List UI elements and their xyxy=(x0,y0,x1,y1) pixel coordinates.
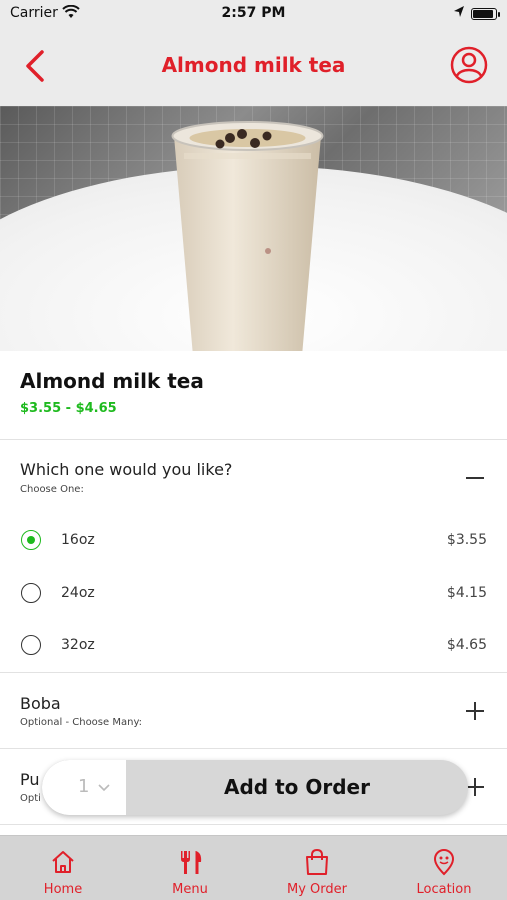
section-title: Boba xyxy=(20,694,61,713)
user-circle-icon xyxy=(450,46,488,84)
size-option-16oz[interactable]: 16oz $3.55 xyxy=(0,515,507,567)
tab-menu[interactable]: Menu xyxy=(127,836,253,900)
status-bar: Carrier 2:57 PM xyxy=(0,0,507,28)
radio-unselected[interactable] xyxy=(21,635,41,655)
section-title: Which one would you like? xyxy=(20,460,233,479)
tab-my-order[interactable]: My Order xyxy=(254,836,380,900)
shopping-bag-icon xyxy=(306,848,328,875)
add-to-order-button[interactable]: Add to Order xyxy=(126,775,468,799)
product-price-range: $3.55 - $4.65 xyxy=(20,401,117,416)
status-time: 2:57 PM xyxy=(221,5,286,21)
radio-unselected[interactable] xyxy=(21,583,41,603)
section-title: Pu xyxy=(20,770,40,789)
location-arrow-icon xyxy=(454,6,464,17)
boba-section[interactable]: Boba Optional - Choose Many: xyxy=(0,673,507,749)
tab-home[interactable]: Home xyxy=(0,836,126,900)
size-section: Which one would you like? Choose One: 16… xyxy=(0,440,507,673)
plus-icon[interactable] xyxy=(465,777,485,797)
map-pin-icon xyxy=(433,849,455,876)
nav-bar: Almond milk tea xyxy=(0,28,507,106)
option-price: $4.65 xyxy=(446,637,487,653)
profile-button[interactable] xyxy=(449,45,489,85)
battery-icon xyxy=(471,8,500,20)
section-subtitle: Opti xyxy=(20,793,41,804)
size-option-24oz[interactable]: 24oz $4.15 xyxy=(0,568,507,620)
size-option-32oz[interactable]: 32oz $4.65 xyxy=(0,620,507,672)
add-to-order-bar: 1 Add to Order xyxy=(42,760,468,815)
tab-label: Home xyxy=(43,882,83,897)
milk-tea-cup-illustration xyxy=(171,121,324,351)
tab-location[interactable]: Location xyxy=(381,836,507,900)
tab-label: Menu xyxy=(172,882,208,897)
tab-label: Location xyxy=(416,882,472,897)
option-label: 24oz xyxy=(61,585,95,601)
plus-icon[interactable] xyxy=(465,701,485,721)
option-price: $3.55 xyxy=(446,532,487,548)
product-info: Almond milk tea $3.55 - $4.65 xyxy=(0,351,507,440)
option-label: 16oz xyxy=(61,532,95,548)
section-subtitle: Optional - Choose Many: xyxy=(20,717,142,728)
quantity-select[interactable]: 1 xyxy=(42,760,126,815)
chevron-down-icon xyxy=(98,784,110,792)
product-name: Almond milk tea xyxy=(20,369,204,393)
fork-knife-icon xyxy=(181,851,202,874)
radio-selected[interactable] xyxy=(21,530,41,550)
product-image xyxy=(0,106,507,351)
section-subtitle: Choose One: xyxy=(20,484,84,495)
quantity-value: 1 xyxy=(78,776,90,797)
option-label: 32oz xyxy=(61,637,95,653)
option-price: $4.15 xyxy=(446,585,487,601)
page-title: Almond milk tea xyxy=(161,53,346,77)
minus-icon[interactable] xyxy=(465,468,485,488)
tab-bar: Home Menu My Order Location xyxy=(0,835,507,900)
home-icon xyxy=(52,851,74,873)
tab-label: My Order xyxy=(287,882,347,897)
